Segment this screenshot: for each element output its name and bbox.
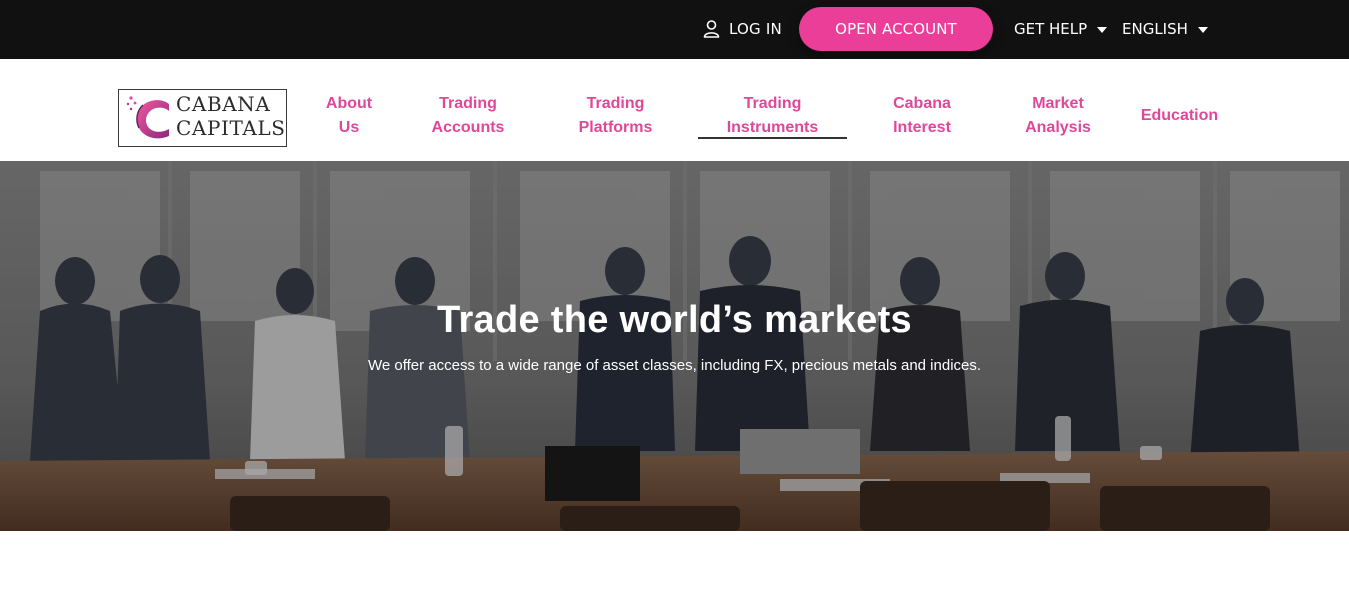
get-help-dropdown[interactable]: GET HELP [1014, 18, 1108, 40]
language-label: ENGLISH [1122, 20, 1188, 38]
caret-down-icon [1097, 26, 1108, 33]
open-account-button[interactable]: OPEN ACCOUNT [799, 7, 993, 51]
nav-item-label-line1: Trading [439, 95, 497, 112]
logo-line-1: CABANA [176, 92, 271, 116]
nav-item-label-line1: About [325, 95, 373, 112]
nav-item-label-line1: Market [1032, 95, 1084, 112]
nav-item-about-us[interactable]: About Us [314, 90, 384, 142]
login-label: LOG IN [729, 20, 782, 38]
logo-mark-icon [126, 96, 169, 139]
main-navigation: CABANA CAPITALS About Us Trading Account… [0, 59, 1349, 161]
hero-overlay [0, 161, 1349, 531]
hero-subtitle: We offer access to a wide range of asset… [367, 357, 982, 374]
hero-title: Trade the world’s markets [437, 299, 912, 341]
nav-item-label-line2: Accounts [431, 119, 505, 136]
logo-line-2: CAPITALS [176, 116, 286, 140]
get-help-label: GET HELP [1014, 20, 1088, 38]
nav-item-label-line2: Platforms [578, 119, 653, 136]
nav-item-label-line1: Education [1140, 107, 1219, 124]
nav-item-label-line2: Us [338, 119, 360, 136]
hero-banner: Trade the world’s markets We offer acces… [0, 161, 1349, 531]
nav-item-trading-instruments[interactable]: Trading Instruments [698, 90, 847, 142]
nav-item-label-line2: Instruments [726, 119, 819, 136]
nav-item-cabana-interest[interactable]: Cabana Interest [882, 90, 962, 142]
nav-item-market-analysis[interactable]: Market Analysis [1014, 90, 1102, 142]
nav-item-label-line2: Interest [893, 119, 951, 136]
language-dropdown[interactable]: ENGLISH [1122, 18, 1208, 40]
caret-down-icon [1197, 26, 1208, 33]
nav-item-education[interactable]: Education [1132, 90, 1227, 142]
nav-item-trading-accounts[interactable]: Trading Accounts [418, 90, 518, 142]
cabana-capitals-logo[interactable]: CABANA CAPITALS [118, 89, 287, 147]
nav-item-label-line1: Trading [743, 95, 802, 112]
logo-text: CABANA CAPITALS [176, 92, 286, 140]
top-bar: LOG IN OPEN ACCOUNT GET HELP ENGLISH [0, 0, 1349, 59]
login-link[interactable]: LOG IN [703, 18, 782, 40]
nav-item-label-line1: Trading [586, 95, 645, 112]
nav-item-label-line2: Analysis [1025, 119, 1091, 136]
nav-item-trading-platforms[interactable]: Trading Platforms [563, 90, 668, 142]
nav-item-label-line1: Cabana [893, 95, 951, 112]
user-icon [703, 20, 720, 38]
